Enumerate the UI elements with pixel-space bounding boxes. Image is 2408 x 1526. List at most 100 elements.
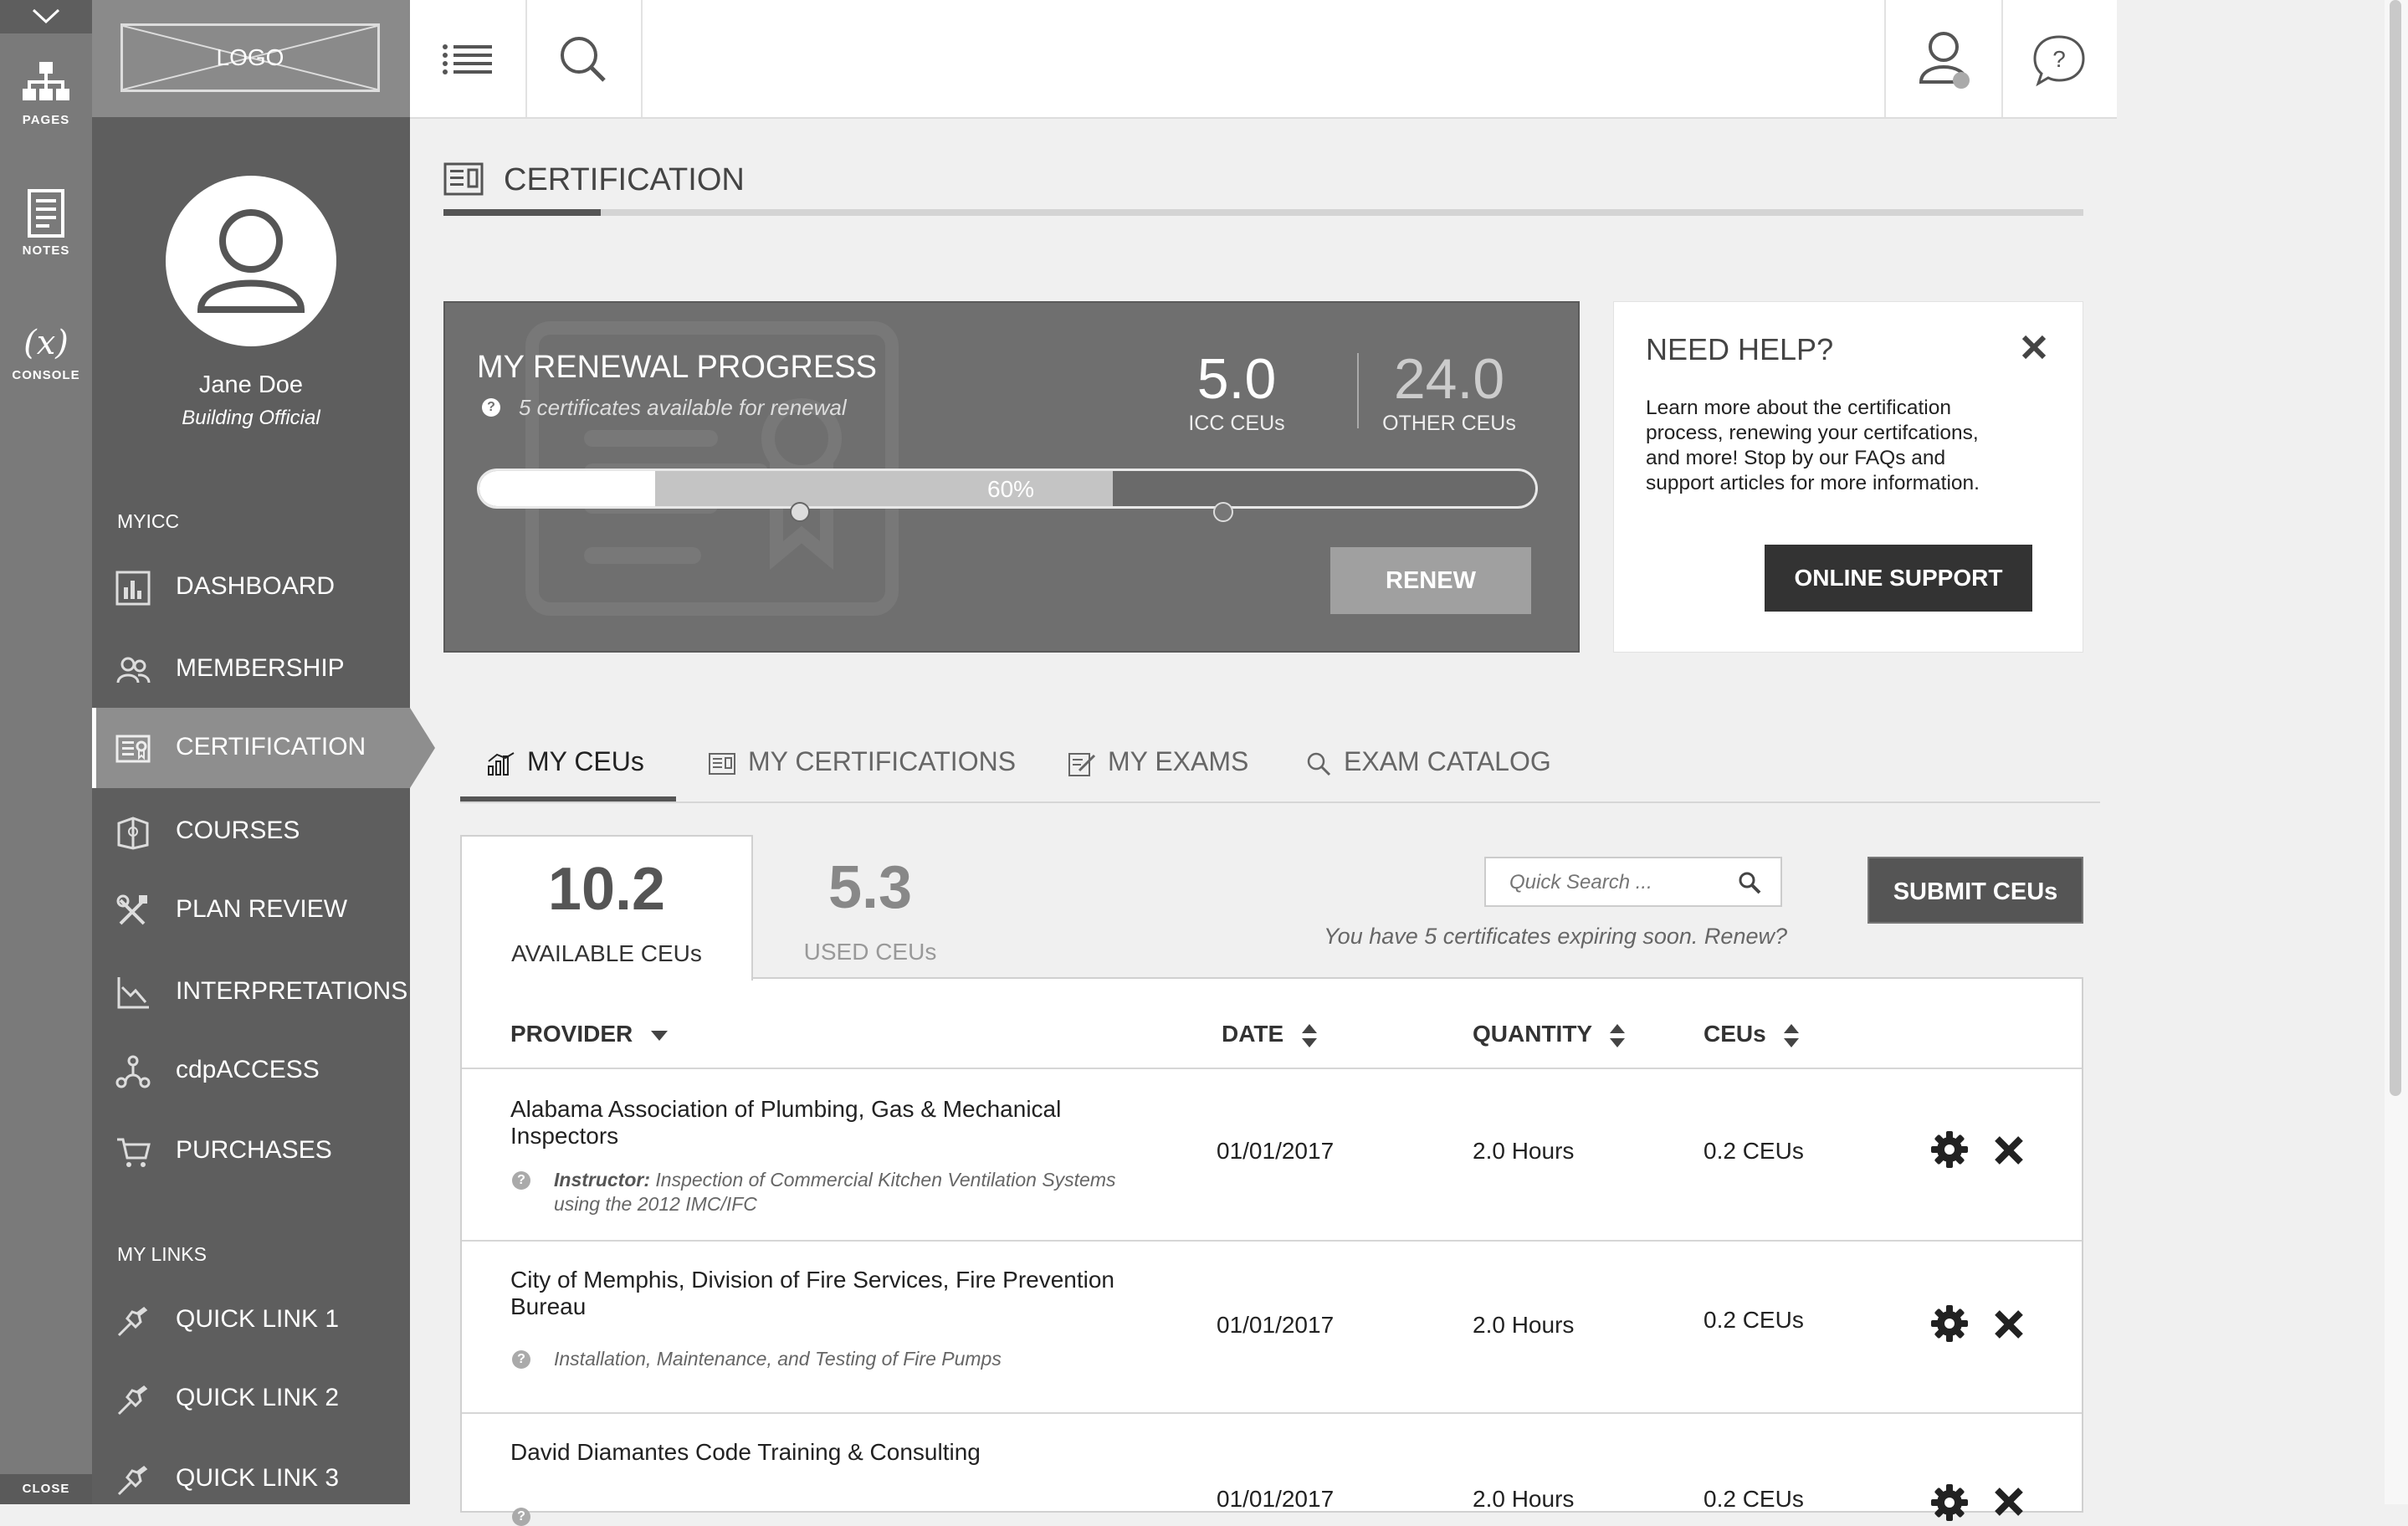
nav-item-cdpaccess[interactable]: cdpACCESS <box>92 1031 410 1111</box>
rail-close-label: CLOSE <box>22 1482 70 1496</box>
nav-item-quick-link-3[interactable]: QUICK LINK 3 <box>92 1439 410 1519</box>
search-button[interactable] <box>525 0 643 117</box>
tab-label: MY EXAMS <box>1108 746 1249 776</box>
top-bar: ? <box>410 0 2117 119</box>
certificate-icon <box>443 162 484 196</box>
rail-notes[interactable]: NOTES <box>0 189 92 258</box>
submit-ceus-button[interactable]: SUBMIT CEUs <box>1867 857 2083 924</box>
row-quantity: 2.0 Hours <box>1473 1486 1575 1512</box>
nav-item-quick-link-2[interactable]: QUICK LINK 2 <box>92 1359 410 1439</box>
rail-close[interactable]: CLOSE <box>0 1474 92 1504</box>
nav-label: INTERPRETATIONS <box>176 977 408 1005</box>
provider-name[interactable]: City of Memphis, Division of Fire Servic… <box>510 1267 1114 1320</box>
table-row: Alabama Association of Plumbing, Gas & M… <box>462 1069 2082 1240</box>
other-ceus-label: OTHER CEUs <box>1382 412 1516 435</box>
available-ceus-tab[interactable]: 10.2 AVAILABLE CEUs <box>460 835 753 981</box>
notes-icon <box>28 189 64 238</box>
info-icon[interactable]: ? <box>512 1171 530 1190</box>
sort-icon <box>1301 1023 1317 1047</box>
gear-icon[interactable] <box>1931 1131 1968 1168</box>
nav-item-certification[interactable]: CERTIFICATION <box>92 708 435 788</box>
header-underline-accent <box>443 209 601 216</box>
online-support-button[interactable]: ONLINE SUPPORT <box>1765 545 2032 612</box>
renewal-progress-bar: 60% <box>477 469 1538 509</box>
rail-pages[interactable]: PAGES <box>0 59 92 127</box>
close-icon[interactable] <box>2021 334 2047 361</box>
list-icon <box>443 44 492 74</box>
progress-marker-2 <box>1213 502 1233 522</box>
info-icon[interactable]: ? <box>512 1508 530 1526</box>
chart-line-icon <box>117 977 149 1009</box>
page-title: CERTIFICATION <box>504 162 745 197</box>
help-title: NEED HELP? <box>1646 332 1834 366</box>
svg-text:?: ? <box>2052 46 2066 72</box>
expiring-notice[interactable]: You have 5 certificates expiring soon. R… <box>1285 924 1787 950</box>
rail-console[interactable]: (x) CONSOLE <box>0 318 92 382</box>
nav-item-quick-link-1[interactable]: QUICK LINK 1 <box>92 1280 410 1360</box>
stats-divider <box>1357 353 1359 428</box>
header-ceus[interactable]: CEUs <box>1704 1021 1800 1047</box>
icc-ceus-label: ICC CEUs <box>1188 412 1285 435</box>
nav-item-membership[interactable]: MEMBERSHIP <box>92 629 410 709</box>
sidebar-nav: MYICC DASHBOARD MEMBERSHIP CERTIFICATION… <box>92 0 435 1504</box>
nav-item-courses[interactable]: COURSES <box>92 791 410 872</box>
help-chat-button[interactable]: ? <box>2001 0 2117 117</box>
tab-my-ceus[interactable]: MY CEUs <box>460 736 676 801</box>
renew-button[interactable]: RENEW <box>1330 547 1531 614</box>
profile-button[interactable] <box>1884 0 2003 117</box>
row-ceus: 0.2 CEUs <box>1704 1307 1804 1333</box>
gear-icon[interactable] <box>1931 1305 1968 1342</box>
tab-label: MY CEUs <box>527 746 644 776</box>
variable-icon: (x) <box>23 324 69 362</box>
used-ceus-value: 5.3 <box>827 854 913 921</box>
renewal-subtitle: 5 certificates available for renewal <box>519 395 847 420</box>
course-description: Installation, Maintenance, and Testing o… <box>554 1347 1002 1371</box>
nav-item-dashboard[interactable]: DASHBOARD <box>92 547 410 627</box>
progress-marker-1 <box>790 502 810 522</box>
delete-icon[interactable] <box>1993 1308 2025 1340</box>
scrollbar-thumb[interactable] <box>2390 0 2401 1096</box>
bar-chart-icon <box>115 571 151 606</box>
info-icon[interactable]: ? <box>482 398 500 417</box>
nav-item-purchases[interactable]: PURCHASES <box>92 1111 410 1191</box>
row-ceus: 0.2 CEUs <box>1704 1138 1804 1164</box>
collapse-chevron-icon[interactable] <box>0 0 92 33</box>
nav-item-interpretations[interactable]: INTERPRETATIONS <box>92 952 410 1032</box>
provider-line: City of Memphis, Division of Fire Servic… <box>510 1267 1114 1293</box>
provider-name[interactable]: David Diamantes Code Training & Consulti… <box>510 1439 981 1466</box>
tab-strip-line <box>460 801 2100 803</box>
gear-icon[interactable] <box>1931 1484 1968 1521</box>
nav-label: QUICK LINK 2 <box>176 1384 340 1411</box>
certificate-icon <box>115 735 151 763</box>
section-myicc: MYICC <box>117 510 180 532</box>
provider-name[interactable]: Alabama Association of Plumbing, Gas & M… <box>510 1096 1061 1150</box>
header-ceus-label: CEUs <box>1704 1021 1766 1047</box>
header-quantity[interactable]: QUANTITY <box>1473 1021 1626 1047</box>
header-date[interactable]: DATE <box>1222 1021 1317 1047</box>
menu-list-button[interactable] <box>410 0 527 117</box>
used-ceus-tab[interactable]: 5.3 USED CEUs <box>753 835 987 977</box>
row-date: 01/01/2017 <box>1217 1138 1335 1164</box>
header-provider-label: PROVIDER <box>510 1021 633 1047</box>
header-underline <box>443 209 2083 216</box>
quick-search <box>1484 857 1782 907</box>
book-icon <box>117 817 149 850</box>
bar-chart-icon <box>488 751 515 776</box>
chat-question-icon: ? <box>2033 35 2085 87</box>
provider-line: David Diamantes Code Training & Consulti… <box>510 1439 981 1465</box>
renewal-progress-card: MY RENEWAL PROGRESS ? 5 certificates ava… <box>443 301 1580 653</box>
search-icon[interactable] <box>1737 870 1762 895</box>
nav-label: DASHBOARD <box>176 572 336 600</box>
header-provider[interactable]: PROVIDER <box>510 1021 669 1047</box>
table-row: City of Memphis, Division of Fire Servic… <box>462 1242 2082 1412</box>
search-input[interactable] <box>1486 858 1754 907</box>
nav-label: CERTIFICATION <box>176 733 366 760</box>
rail-notes-label: NOTES <box>22 243 70 258</box>
delete-icon[interactable] <box>1993 1486 2025 1518</box>
info-icon[interactable]: ? <box>512 1350 530 1369</box>
provider-line: Inspectors <box>510 1123 619 1149</box>
sort-icon <box>1610 1023 1626 1047</box>
nav-label: PURCHASES <box>176 1136 332 1164</box>
delete-icon[interactable] <box>1993 1134 2025 1166</box>
nav-item-plan-review[interactable]: PLAN REVIEW <box>92 870 410 950</box>
